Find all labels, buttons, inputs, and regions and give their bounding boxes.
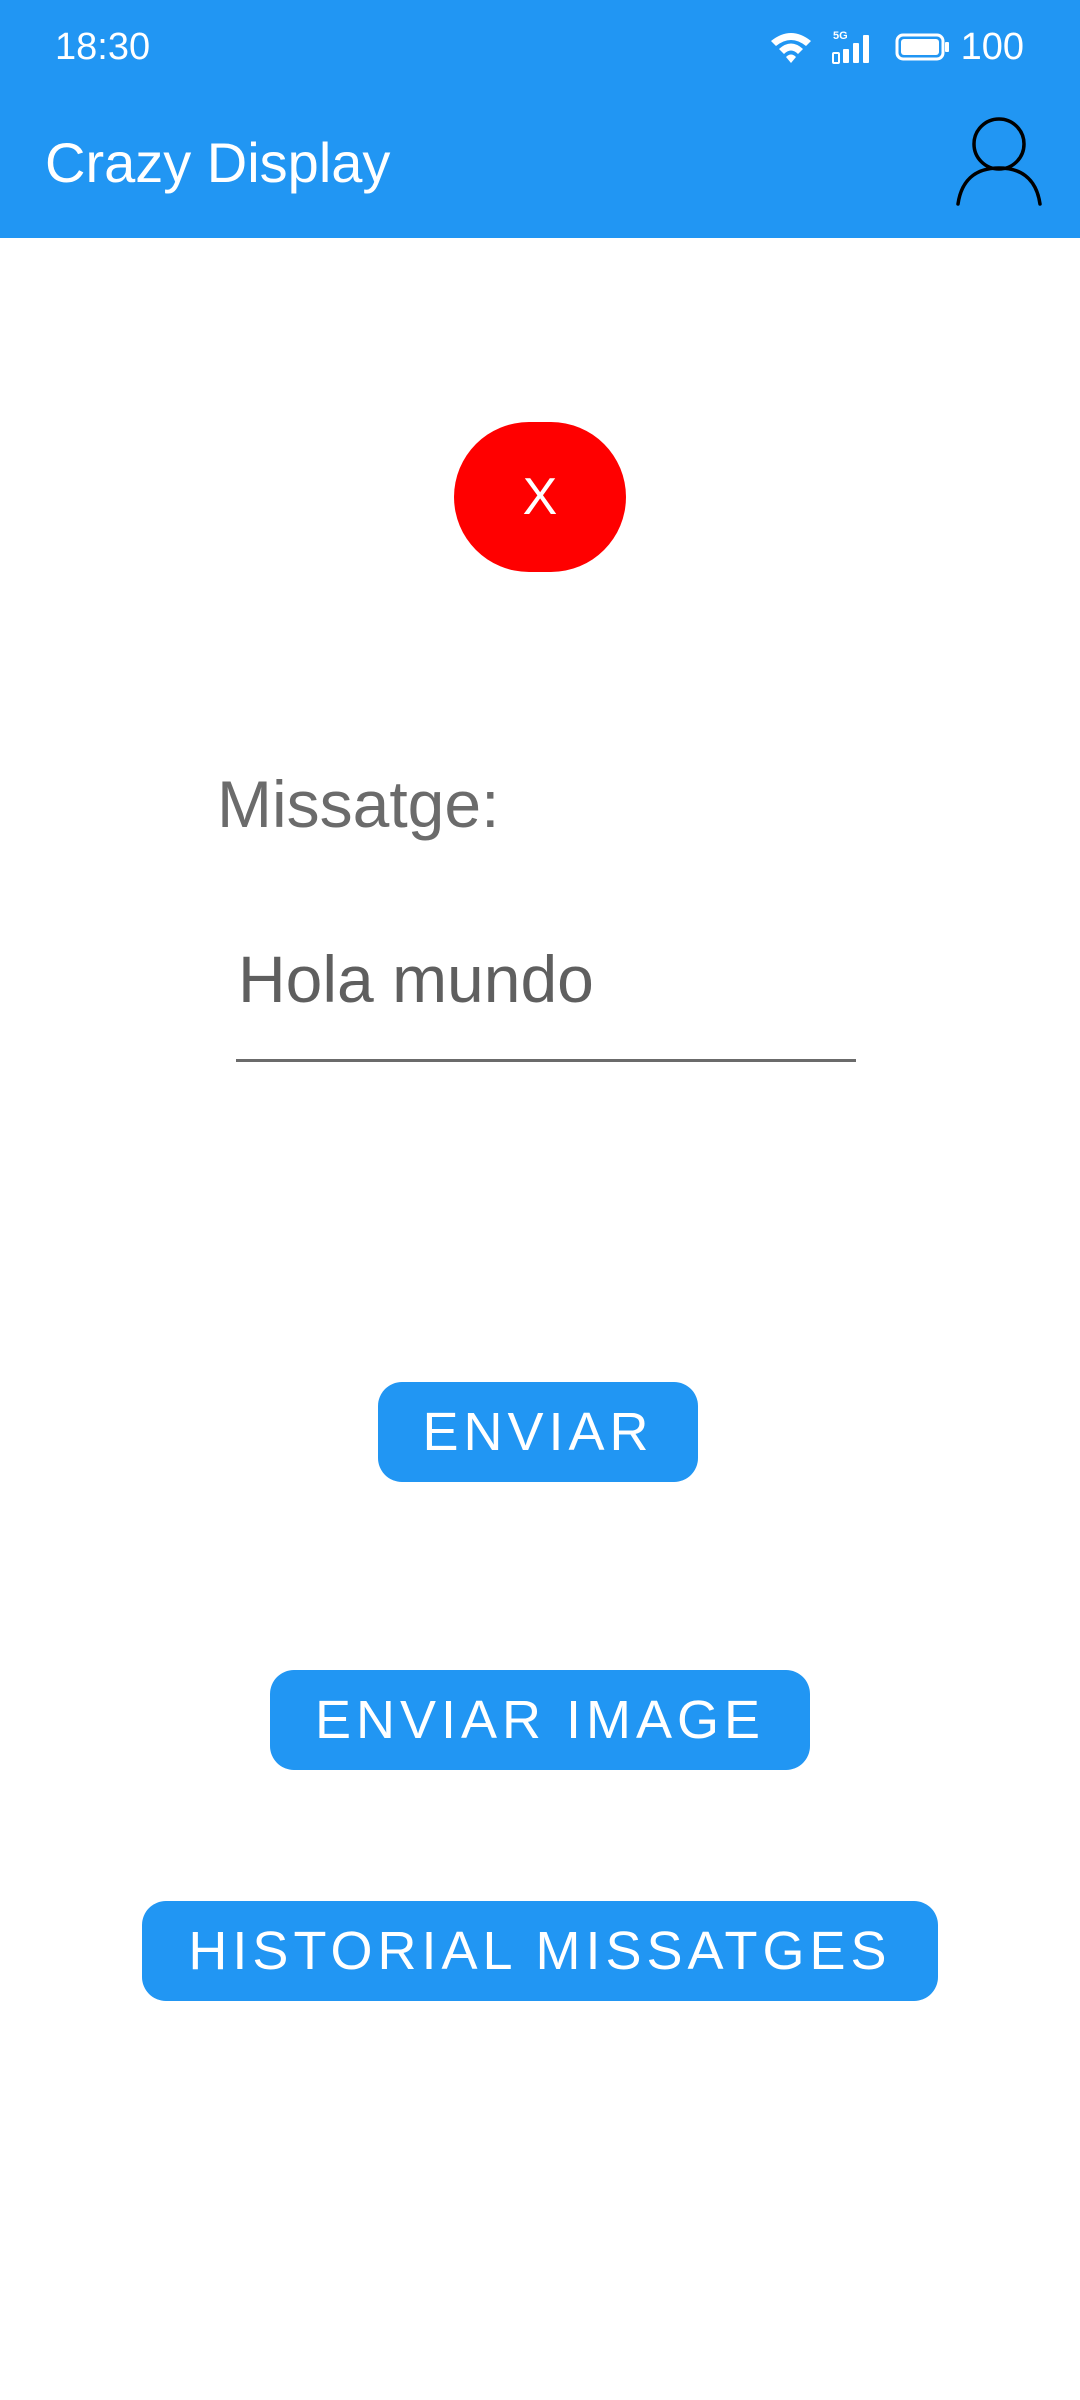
battery-percentage: 100 bbox=[960, 26, 1024, 68]
svg-text:5G: 5G bbox=[833, 30, 848, 42]
battery-icon bbox=[895, 31, 951, 63]
status-icons: 5G 100 bbox=[769, 22, 1024, 72]
message-label: Missatge: bbox=[217, 767, 500, 841]
app-title: Crazy Display bbox=[45, 131, 391, 194]
send-image-button[interactable]: ENVIAR IMAGE bbox=[270, 1670, 810, 1770]
account-button[interactable] bbox=[954, 112, 1044, 208]
send-button[interactable]: ENVIAR bbox=[378, 1382, 698, 1482]
app-bar: 18:30 5G 100 Crazy Display bbox=[0, 0, 1080, 238]
message-history-button[interactable]: HISTORIAL MISSATGES bbox=[142, 1901, 938, 2001]
message-input[interactable] bbox=[236, 922, 856, 1062]
person-outline-icon bbox=[956, 117, 1042, 206]
close-button[interactable]: X bbox=[454, 422, 626, 572]
wifi-icon bbox=[769, 29, 813, 65]
app-screen: 18:30 5G 100 Crazy Display X Missatge: H… bbox=[0, 0, 1080, 2400]
status-time: 18:30 bbox=[55, 26, 151, 68]
signal-5g-icon: 5G bbox=[831, 29, 877, 65]
